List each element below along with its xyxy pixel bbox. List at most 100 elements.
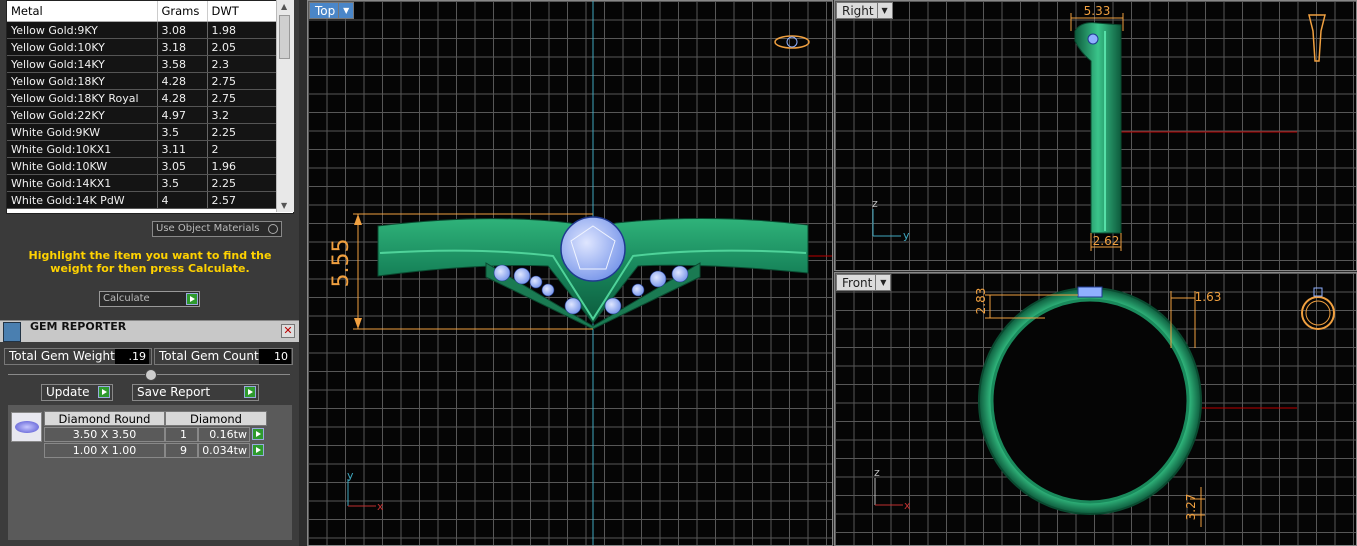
front-viewport[interactable]: 2.83 1.63 3.27 z x Front ▼ — [834, 272, 1357, 546]
dwt-cell: 2 — [207, 140, 278, 158]
total-gem-count-label: Total Gem Count — [159, 349, 259, 363]
calculate-dropdown[interactable]: Calculate — [99, 291, 200, 307]
table-row[interactable]: White Gold:14KX1 3.5 2.25 — [7, 174, 278, 192]
save-report-label: Save Report — [137, 385, 211, 399]
top-view-label-text: Top — [315, 4, 336, 18]
gem-type-header: Diamond — [165, 411, 267, 426]
grams-cell: 3.5 — [157, 123, 208, 141]
metal-cell: Yellow Gold:18KY — [7, 72, 158, 90]
axis-y-label: y — [903, 229, 910, 242]
right-dimension-bottom-text: 2.62 — [1093, 234, 1120, 248]
metal-cell: Yellow Gold:9KY — [7, 21, 158, 39]
chevron-down-icon[interactable]: ▼ — [338, 3, 353, 18]
diamond-icon — [11, 412, 42, 442]
play-icon[interactable] — [252, 444, 264, 456]
play-icon — [244, 386, 256, 398]
gem-size-cell: 1.00 X 1.00 — [44, 443, 165, 458]
grams-cell: 3.11 — [157, 140, 208, 158]
right-view-canvas: 5.33 2.62 z y — [872, 4, 1326, 251]
table-row[interactable]: Yellow Gold:10KY 3.18 2.05 — [7, 38, 278, 56]
front-dimension-bottom-text: 3.27 — [1184, 494, 1198, 521]
metal-weight-table[interactable]: Metal Grams DWT Yellow Gold:9KY 3.08 1.98 … — [6, 0, 294, 214]
total-gem-weight-label: Total Gem Weight — [9, 349, 115, 363]
right-view-label[interactable]: Right ▼ — [836, 2, 893, 19]
table-row[interactable]: White Gold:14K PdW 4 2.57 — [7, 191, 278, 209]
metal-cell: Yellow Gold:18KY Royal — [7, 89, 158, 107]
update-button[interactable]: Update — [41, 384, 113, 401]
grams-cell: 4.28 — [157, 72, 208, 90]
top-view-label[interactable]: Top ▼ — [309, 2, 355, 19]
gem-weight-cell: 0.16tw — [198, 427, 250, 442]
table-row[interactable]: Yellow Gold:22KY 4.97 3.2 — [7, 106, 278, 124]
dwt-column-header[interactable]: DWT — [207, 1, 278, 22]
chevron-down-icon[interactable]: ▼ — [876, 3, 892, 18]
update-label: Update — [46, 385, 90, 399]
slider-handle[interactable] — [145, 369, 157, 381]
right-dimension-top-text: 5.33 — [1084, 4, 1111, 18]
dwt-cell: 2.25 — [207, 174, 278, 192]
table-row[interactable]: Yellow Gold:9KY 3.08 1.98 — [7, 21, 278, 39]
close-icon[interactable]: ✕ — [281, 324, 295, 338]
use-object-materials-toggle[interactable]: Use Object Materials — [152, 221, 282, 237]
dwt-cell: 2.57 — [207, 191, 278, 209]
grams-cell: 3.58 — [157, 55, 208, 73]
axis-y-label: y — [347, 469, 354, 482]
play-icon[interactable] — [186, 293, 198, 305]
use-object-materials-label: Use Object Materials — [156, 223, 260, 234]
front-view-label[interactable]: Front ▼ — [836, 274, 892, 291]
calculate-label: Calculate — [103, 293, 150, 304]
table-scrollbar[interactable]: ▲ ▼ — [276, 0, 294, 212]
grams-column-header[interactable]: Grams — [157, 1, 208, 22]
front-dimension-left-text: 2.83 — [974, 288, 988, 315]
dwt-cell: 2.75 — [207, 89, 278, 107]
radio-icon[interactable] — [268, 224, 278, 234]
table-row[interactable]: White Gold:10KX1 3.11 2 — [7, 140, 278, 158]
table-row[interactable]: White Gold:9KW 3.5 2.25 — [7, 123, 278, 141]
total-gem-weight-value: .19 — [115, 349, 149, 364]
top-viewport[interactable]: 5.55 y x Top ▼ — [307, 0, 833, 546]
gem-reporter-title: GEM REPORTER — [30, 320, 127, 333]
table-row[interactable]: White Gold:10KW 3.05 1.96 — [7, 157, 278, 175]
save-report-button[interactable]: Save Report — [132, 384, 259, 401]
metal-cell: White Gold:14K PdW — [7, 191, 158, 209]
metal-column-header[interactable]: Metal — [7, 1, 158, 22]
gem-size-cell: 3.50 X 3.50 — [44, 427, 165, 442]
metal-cell: White Gold:10KX1 — [7, 140, 158, 158]
chevron-down-icon[interactable]: ▼ — [875, 275, 890, 290]
front-view-label-text: Front — [842, 276, 873, 290]
play-icon[interactable] — [252, 428, 264, 440]
scroll-thumb[interactable] — [279, 15, 290, 59]
grams-cell: 3.08 — [157, 21, 208, 39]
front-view-canvas: 2.83 1.63 3.27 z x — [874, 286, 1335, 527]
dwt-cell: 1.96 — [207, 157, 278, 175]
dwt-cell: 1.98 — [207, 21, 278, 39]
grams-cell: 3.05 — [157, 157, 208, 175]
axis-x-label: x — [377, 500, 384, 513]
gem-weight-cell: 0.034tw — [198, 443, 250, 458]
axis-x-label: x — [904, 499, 911, 512]
table-row[interactable]: Yellow Gold:18KY Royal 4.28 2.75 — [7, 89, 278, 107]
dwt-cell: 2.05 — [207, 38, 278, 56]
dwt-cell: 2.75 — [207, 72, 278, 90]
metal-cell: Yellow Gold:14KY — [7, 55, 158, 73]
scroll-down-icon[interactable]: ▼ — [281, 201, 287, 210]
front-dimension-right-text: 1.63 — [1195, 290, 1222, 304]
gem-count-cell: 1 — [165, 427, 198, 442]
dwt-cell: 2.25 — [207, 123, 278, 141]
table-row[interactable]: Yellow Gold:14KY 3.58 2.3 — [7, 55, 278, 73]
gem-shape-header: Diamond Round — [44, 411, 165, 426]
total-gem-count-value: 10 — [259, 349, 291, 364]
metal-cell: White Gold:10KW — [7, 157, 158, 175]
grams-cell: 4 — [157, 191, 208, 209]
gem-count-cell: 9 — [165, 443, 198, 458]
right-view-label-text: Right — [842, 4, 874, 18]
top-dimension-text: 5.55 — [329, 239, 354, 288]
scroll-up-icon[interactable]: ▲ — [281, 2, 287, 11]
metal-cell: Yellow Gold:22KY — [7, 106, 158, 124]
metal-cell: Yellow Gold:10KY — [7, 38, 158, 56]
gem-reporter-logo-icon — [3, 322, 21, 342]
right-viewport[interactable]: 5.33 2.62 z y Right ▼ — [834, 0, 1357, 271]
play-icon — [98, 386, 110, 398]
table-row[interactable]: Yellow Gold:18KY 4.28 2.75 — [7, 72, 278, 90]
grams-cell: 4.97 — [157, 106, 208, 124]
